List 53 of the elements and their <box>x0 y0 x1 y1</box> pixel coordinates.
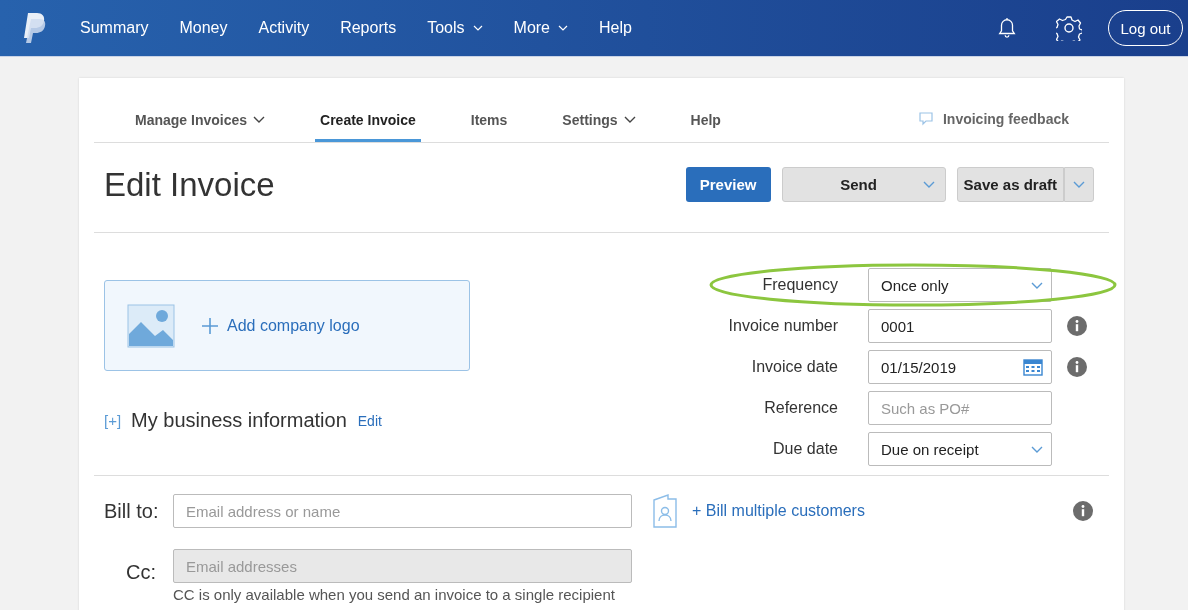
send-button[interactable]: Send <box>781 167 946 202</box>
field-label: Reference <box>763 399 838 417</box>
nav-link[interactable]: Reports <box>340 19 397 37</box>
plus-icon <box>201 316 219 335</box>
date-field[interactable]: 01/15/2019 <box>868 350 1052 384</box>
recipient-field[interactable]: Email address or name <box>173 494 632 528</box>
text-field[interactable]: Such as PO# <box>868 391 1052 425</box>
feedback-link[interactable]: Invoicing feedback <box>942 111 1069 127</box>
tab[interactable]: Manage Invoices <box>130 78 271 142</box>
notification-bell-icon[interactable] <box>996 16 1018 40</box>
info-icon[interactable] <box>1067 316 1087 336</box>
text-field[interactable]: 0001 <box>868 309 1052 343</box>
tab[interactable]: Help <box>685 78 726 142</box>
cc-label: Cc: <box>125 560 157 585</box>
nav-link[interactable]: Help <box>599 19 632 37</box>
field-label: Due date <box>772 440 838 458</box>
nav-link[interactable]: Summary <box>80 19 149 37</box>
contact-card-icon <box>652 494 678 528</box>
cc-note: CC is only available when you send an invoice to a single recipient <box>173 586 616 603</box>
caret-icon <box>1073 181 1085 188</box>
nav-link[interactable]: More <box>513 19 568 37</box>
caret-icon[interactable] <box>623 116 636 123</box>
image-icon <box>127 303 175 348</box>
page-title: Edit Invoice <box>104 165 275 204</box>
field-label: Invoice date <box>750 358 838 376</box>
preview-button[interactable]: Preview <box>685 167 771 202</box>
caret-icon[interactable] <box>253 116 266 123</box>
logo-upload-area[interactable]: Add company logo <box>104 280 470 371</box>
save-draft-button[interactable]: Save as draft <box>956 167 1064 202</box>
bill-multiple-link[interactable]: + Bill multiple customers <box>692 502 865 520</box>
tab[interactable]: Settings <box>557 78 641 142</box>
tab[interactable]: Items <box>465 78 513 142</box>
edit-link[interactable]: Edit <box>357 412 382 429</box>
nav-link[interactable]: Tools <box>427 19 483 37</box>
logo-icon[interactable] <box>22 11 46 45</box>
settings-icon[interactable] <box>1056 15 1082 41</box>
caret-icon <box>1031 281 1043 289</box>
speech-bubble-icon <box>918 112 933 126</box>
nav-link[interactable]: Money <box>179 19 228 37</box>
tab[interactable]: Create Invoice <box>315 78 421 142</box>
field-label: Frequency <box>761 276 838 294</box>
dropdown-field[interactable]: Due on receipt <box>868 432 1052 466</box>
info-icon[interactable] <box>1073 501 1093 521</box>
caret-icon <box>1031 445 1043 453</box>
dropdown-field[interactable]: Once only <box>868 268 1052 302</box>
add-logo-label: Add company logo <box>227 316 360 335</box>
nav-link[interactable]: Activity <box>258 19 310 37</box>
calendar-icon[interactable] <box>1023 358 1043 376</box>
field-label: Invoice number <box>727 317 838 335</box>
business-info-label: My business information <box>131 409 347 432</box>
bill-to-label: Bill to: <box>104 499 160 523</box>
caret-icon <box>922 181 935 188</box>
info-icon[interactable] <box>1067 357 1087 377</box>
